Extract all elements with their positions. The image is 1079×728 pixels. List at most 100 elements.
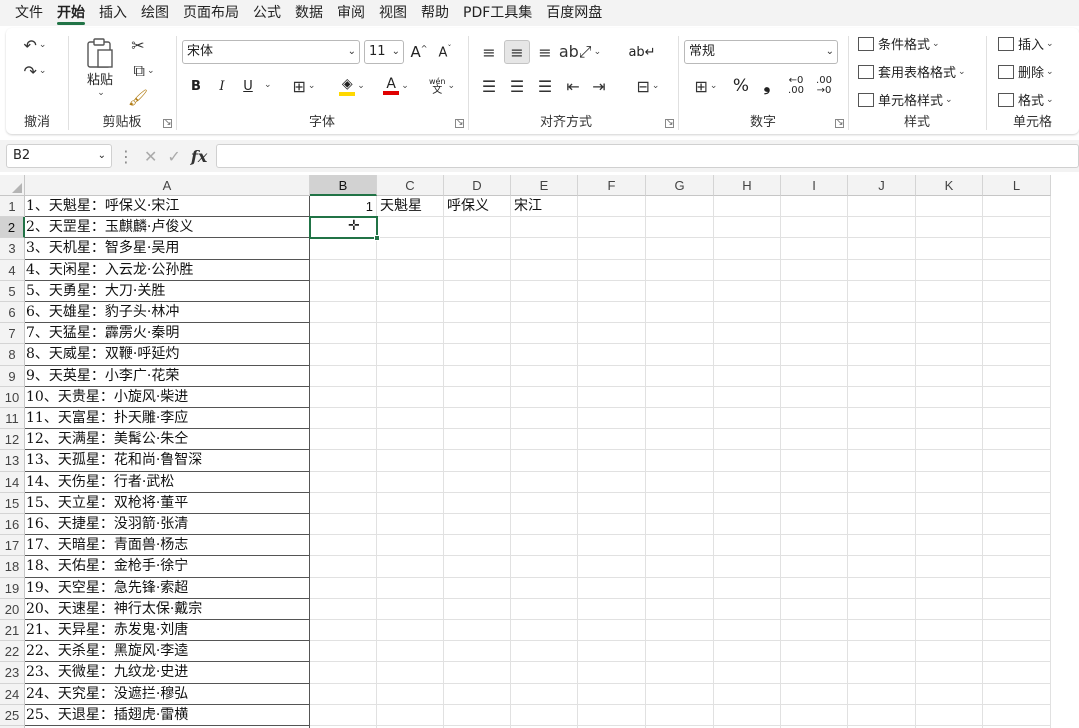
- cell-K11[interactable]: [916, 408, 983, 430]
- cell-H25[interactable]: [714, 704, 781, 726]
- row-header[interactable]: 25: [0, 704, 25, 726]
- cell-J9[interactable]: [848, 365, 916, 387]
- menu-item[interactable]: 审阅: [330, 0, 372, 26]
- cell-E10[interactable]: [511, 386, 578, 408]
- column-header[interactable]: D: [444, 175, 511, 196]
- cell-A11[interactable]: 11、天富星：扑天雕·李应: [25, 408, 310, 430]
- cell-E16[interactable]: [511, 514, 578, 536]
- cell-F3[interactable]: [578, 238, 646, 260]
- cell-F2[interactable]: [578, 217, 646, 239]
- cell-L18[interactable]: [983, 556, 1051, 578]
- cell-J17[interactable]: [848, 535, 916, 557]
- cell-C2[interactable]: [377, 217, 444, 239]
- column-header[interactable]: L: [983, 175, 1051, 196]
- cell-B17[interactable]: [310, 535, 377, 557]
- decrease-decimal-button[interactable]: .00 →0: [812, 74, 836, 98]
- cell-E8[interactable]: [511, 344, 578, 366]
- cell-L13[interactable]: [983, 450, 1051, 472]
- cell-E12[interactable]: [511, 429, 578, 451]
- cell-H8[interactable]: [714, 344, 781, 366]
- cell-I20[interactable]: [781, 598, 848, 620]
- cell-G12[interactable]: [646, 429, 714, 451]
- row-header[interactable]: 17: [0, 535, 25, 557]
- cell-H9[interactable]: [714, 365, 781, 387]
- cell-C16[interactable]: [377, 514, 444, 536]
- cell-L8[interactable]: [983, 344, 1051, 366]
- cell-K20[interactable]: [916, 598, 983, 620]
- font-color-button[interactable]: A ⌄: [376, 74, 416, 98]
- cell-K25[interactable]: [916, 704, 983, 726]
- cell-F19[interactable]: [578, 577, 646, 599]
- cell-L2[interactable]: [983, 217, 1051, 239]
- cell-I5[interactable]: [781, 280, 848, 302]
- copy-button[interactable]: ⧉ ⌄: [126, 60, 162, 82]
- cell-A23[interactable]: 23、天微星：九纹龙·史进: [25, 662, 310, 684]
- cell-F20[interactable]: [578, 598, 646, 620]
- enter-icon[interactable]: ✓: [167, 147, 180, 166]
- cell-D19[interactable]: [444, 577, 511, 599]
- align-bottom-button[interactable]: ≡: [534, 40, 556, 64]
- cell-E22[interactable]: [511, 641, 578, 663]
- cell-H10[interactable]: [714, 386, 781, 408]
- cell-E6[interactable]: [511, 302, 578, 324]
- cell-I18[interactable]: [781, 556, 848, 578]
- cell-C17[interactable]: [377, 535, 444, 557]
- row-header[interactable]: 7: [0, 323, 25, 345]
- column-header[interactable]: K: [916, 175, 983, 196]
- cell-H17[interactable]: [714, 535, 781, 557]
- cell-D9[interactable]: [444, 365, 511, 387]
- cell-A19[interactable]: 19、天空星：急先锋·索超: [25, 577, 310, 599]
- align-top-button[interactable]: ≡: [478, 40, 500, 64]
- cell-B5[interactable]: [310, 280, 377, 302]
- cell-F8[interactable]: [578, 344, 646, 366]
- column-header[interactable]: J: [848, 175, 916, 196]
- cell-H22[interactable]: [714, 641, 781, 663]
- cell-G13[interactable]: [646, 450, 714, 472]
- cell-E2[interactable]: [511, 217, 578, 239]
- cell-A9[interactable]: 9、天英星：小李广·花荣: [25, 365, 310, 387]
- cell-F16[interactable]: [578, 514, 646, 536]
- cell-E1[interactable]: 宋江: [511, 196, 578, 218]
- column-header[interactable]: C: [377, 175, 444, 196]
- cell-A8[interactable]: 8、天威星：双鞭·呼延灼: [25, 344, 310, 366]
- cell-B24[interactable]: [310, 683, 377, 705]
- insert-function-icon[interactable]: fx: [191, 147, 207, 166]
- cell-I7[interactable]: [781, 323, 848, 345]
- cell-F1[interactable]: [578, 196, 646, 218]
- cell-D25[interactable]: [444, 704, 511, 726]
- cell-K2[interactable]: [916, 217, 983, 239]
- cell-D7[interactable]: [444, 323, 511, 345]
- cell-D10[interactable]: [444, 386, 511, 408]
- formula-input[interactable]: [216, 144, 1079, 168]
- cell-L16[interactable]: [983, 514, 1051, 536]
- cell-F15[interactable]: [578, 492, 646, 514]
- cell-L9[interactable]: [983, 365, 1051, 387]
- row-header[interactable]: 23: [0, 662, 25, 684]
- cell-G5[interactable]: [646, 280, 714, 302]
- cell-H20[interactable]: [714, 598, 781, 620]
- cell-J23[interactable]: [848, 662, 916, 684]
- row-header[interactable]: 19: [0, 577, 25, 599]
- delete-cells-button[interactable]: 删除 ⌄: [998, 62, 1054, 81]
- paste-button[interactable]: 粘贴 ⌄: [80, 34, 120, 100]
- cell-G9[interactable]: [646, 365, 714, 387]
- format-cells-button[interactable]: 格式 ⌄: [998, 90, 1054, 109]
- bold-button[interactable]: B: [186, 74, 206, 98]
- format-painter-button[interactable]: 🖌: [126, 86, 150, 108]
- cell-K24[interactable]: [916, 683, 983, 705]
- cell-F11[interactable]: [578, 408, 646, 430]
- cell-C25[interactable]: [377, 704, 444, 726]
- cell-L14[interactable]: [983, 471, 1051, 493]
- cell-D21[interactable]: [444, 620, 511, 642]
- cell-D4[interactable]: [444, 259, 511, 281]
- cell-I1[interactable]: [781, 196, 848, 218]
- cell-I14[interactable]: [781, 471, 848, 493]
- cell-G17[interactable]: [646, 535, 714, 557]
- cell-K15[interactable]: [916, 492, 983, 514]
- cell-K13[interactable]: [916, 450, 983, 472]
- cell-H1[interactable]: [714, 196, 781, 218]
- cell-J14[interactable]: [848, 471, 916, 493]
- underline-button[interactable]: U: [238, 74, 258, 98]
- cell-L11[interactable]: [983, 408, 1051, 430]
- cell-C5[interactable]: [377, 280, 444, 302]
